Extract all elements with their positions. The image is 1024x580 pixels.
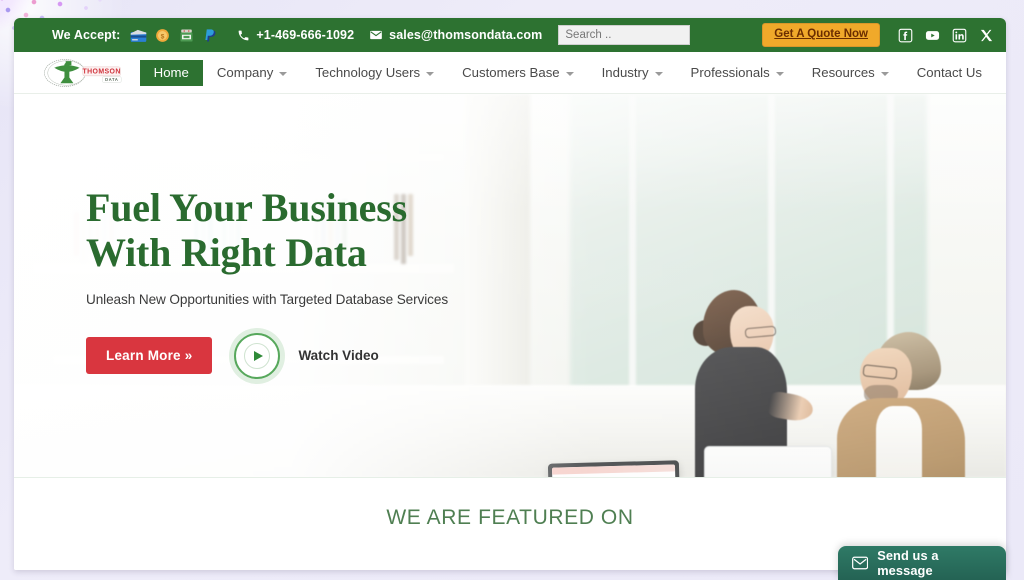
nav-label: Home [153, 64, 189, 80]
get-a-quote-button[interactable]: Get A Quote Now [762, 23, 880, 47]
credit-card-icon [131, 29, 147, 42]
nav-item-customers-base[interactable]: Customers Base [448, 60, 587, 85]
envelope-icon [852, 556, 869, 570]
chevron-down-icon [775, 71, 784, 76]
phone-icon [239, 30, 249, 40]
phone-contact[interactable]: +1-469-666-1092 [237, 28, 354, 42]
social-links [898, 28, 994, 43]
thomson-data-logo[interactable]: THOMSON DATA [42, 55, 124, 91]
nav-item-industry[interactable]: Industry [588, 60, 677, 85]
nav-label: Company [216, 65, 274, 80]
nav-item-company[interactable]: Company [203, 60, 301, 85]
email-address: sales@thomsondata.com [389, 28, 543, 42]
nav-item-technology-users[interactable]: Technology Users [301, 60, 448, 85]
nav-label: Resources [811, 65, 875, 80]
coin-icon: $ [156, 28, 170, 42]
chevron-down-icon [426, 71, 435, 76]
nav-item-contact-us[interactable]: Contact Us [903, 60, 996, 85]
svg-text:$: $ [161, 33, 165, 40]
watch-video-control[interactable]: Watch Video [234, 332, 379, 379]
chevron-down-icon [880, 71, 889, 76]
envelope-icon [370, 30, 382, 40]
svg-text:THOMSON: THOMSON [82, 68, 120, 75]
x-twitter-icon[interactable] [979, 28, 994, 43]
hero-actions: Learn More » Watch Video [86, 332, 448, 379]
learn-more-button[interactable]: Learn More » [86, 337, 213, 375]
linkedin-icon[interactable] [952, 28, 967, 43]
play-button-icon[interactable] [234, 332, 281, 379]
featured-title: WE ARE FEATURED ON [386, 506, 634, 529]
nav-label: Industry [601, 65, 649, 80]
nav-label: Contact Us [916, 65, 982, 80]
chevron-down-icon [279, 71, 288, 76]
chevron-down-icon [654, 71, 663, 76]
bank-atm-icon [180, 29, 193, 41]
payment-methods: $ [130, 28, 219, 43]
svg-text:DATA: DATA [105, 77, 118, 82]
search-input[interactable] [565, 29, 720, 41]
facebook-icon[interactable] [898, 28, 913, 43]
hero-content: Fuel Your Business With Right Data Unlea… [86, 185, 449, 379]
search-box[interactable] [558, 25, 720, 45]
watch-video-label: Watch Video [298, 348, 379, 364]
email-contact[interactable]: sales@thomsondata.com [369, 28, 542, 42]
nav-label: Customers Base [462, 65, 560, 80]
nav-label: Technology Users [315, 65, 421, 80]
main-navigation: THOMSON DATA Home Company Technology Use… [14, 52, 1006, 94]
nav-item-home[interactable]: Home [139, 59, 203, 86]
we-accept-label: We Accept: [52, 28, 121, 42]
nav-items: Home Company Technology Users Customers … [139, 59, 996, 86]
website-content: We Accept: $ +1-469-666-1092 sales@thoms… [14, 18, 1006, 570]
nav-item-professionals[interactable]: Professionals [677, 60, 798, 85]
hero-subtitle: Unleash New Opportunities with Targeted … [86, 291, 449, 307]
nav-label: Professionals [690, 65, 770, 80]
nav-item-resources[interactable]: Resources [798, 60, 903, 85]
chevron-down-icon [565, 71, 574, 76]
chat-label: Send us a message [877, 548, 939, 578]
paypal-icon [205, 28, 216, 41]
hero-section: Fuel Your Business With Right Data Unlea… [14, 94, 1006, 477]
top-utility-bar: We Accept: $ +1-469-666-1092 sales@thoms… [14, 18, 1006, 52]
phone-number: +1-469-666-1092 [256, 28, 355, 42]
chat-widget[interactable]: Send us a message [838, 546, 1006, 580]
youtube-icon[interactable] [925, 28, 940, 43]
hero-title: Fuel Your Business With Right Data [86, 185, 407, 275]
